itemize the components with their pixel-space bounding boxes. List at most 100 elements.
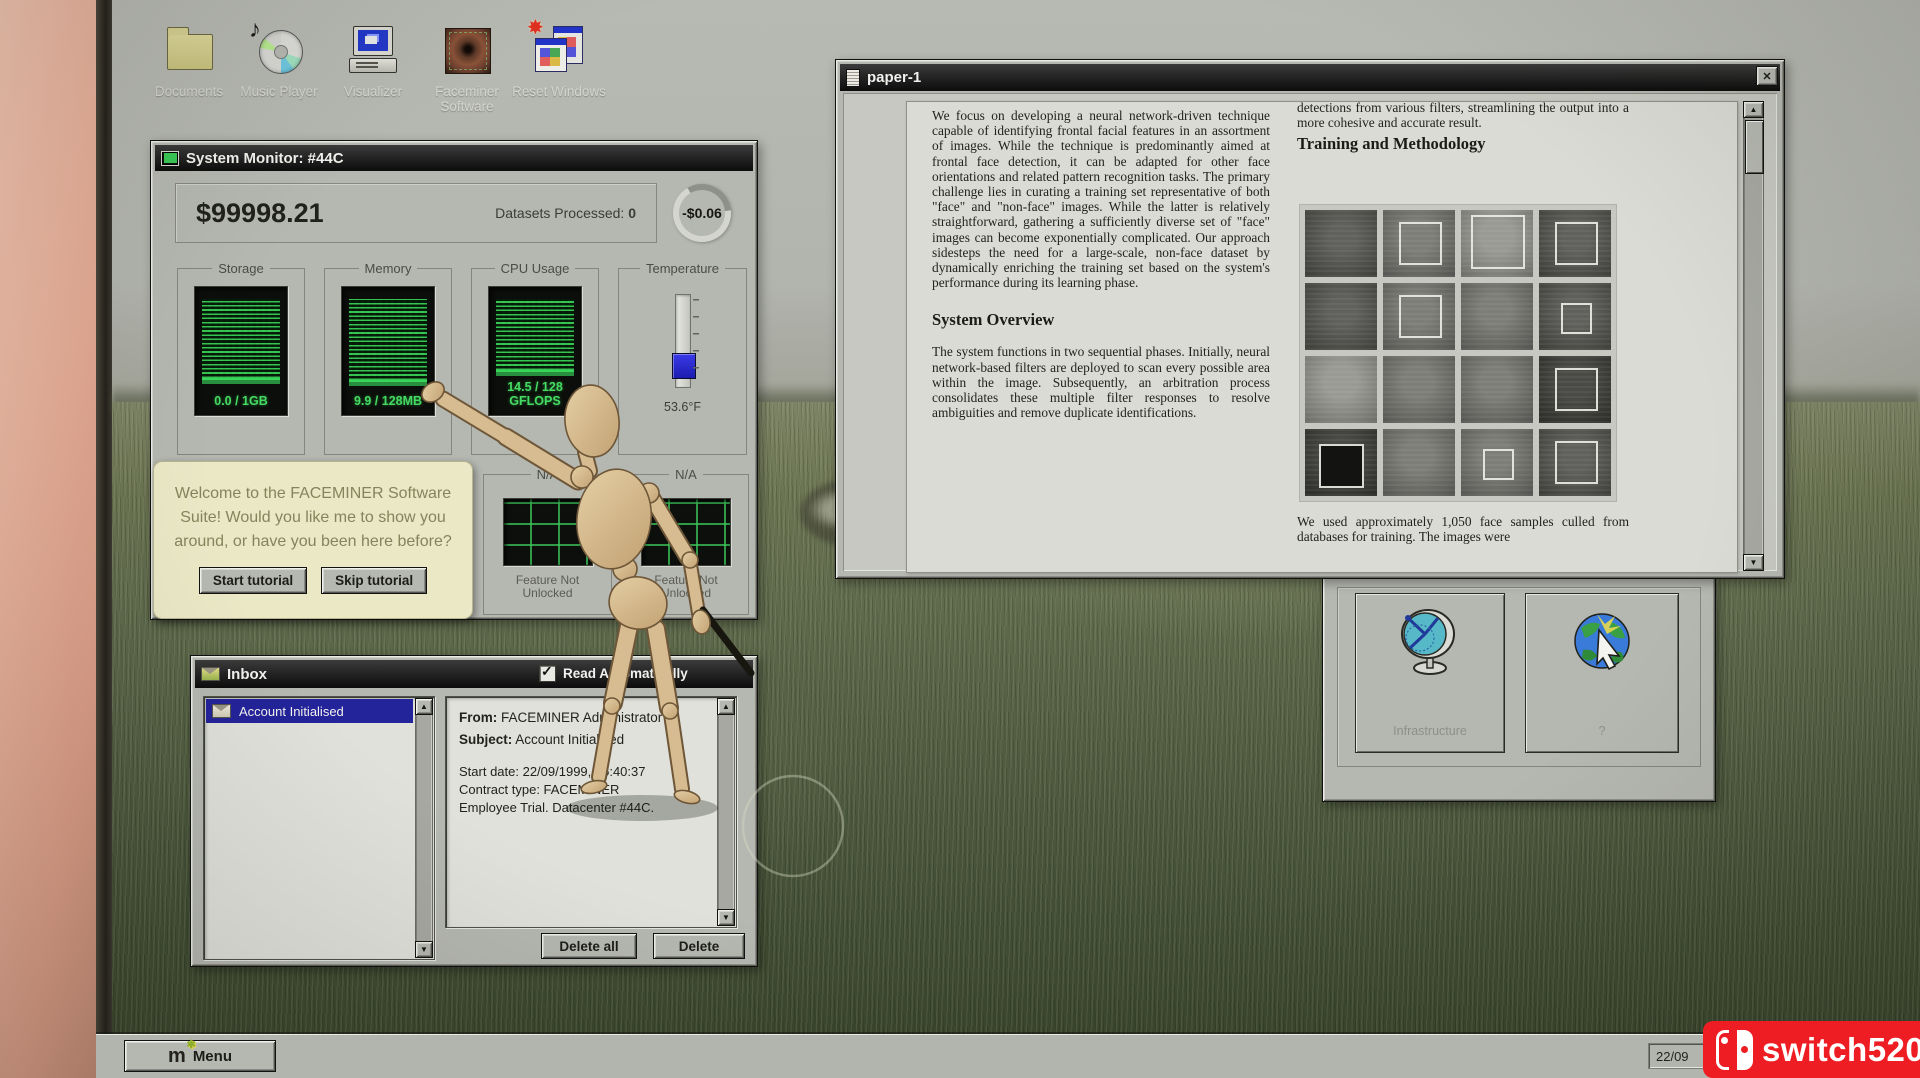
taskbar: m ✱ Menu 22/09	[96, 1034, 1920, 1078]
scroll-up-button[interactable]: ▲	[717, 698, 735, 715]
scroll-down-button[interactable]: ▼	[717, 909, 735, 926]
paper-titlebar[interactable]: paper-1	[840, 64, 1780, 91]
tutorial-popup: Welcome to the FACEMINER Software Suite!…	[153, 461, 473, 619]
paper-column-right: detections from various filters, streaml…	[1297, 100, 1632, 572]
globe-cursor-icon	[1574, 613, 1630, 671]
watermark-text: switch520	[1762, 1030, 1920, 1068]
tile-label: Infrastructure	[1393, 724, 1467, 738]
locked-panel: N/A Feature NotUnlocked	[623, 467, 749, 615]
desktop-icon-label: Music Player	[240, 84, 318, 99]
face-grid-tile	[1539, 429, 1611, 496]
satellite-dish-icon	[1401, 609, 1455, 675]
storage-gauge: Storage 0.0 / 1GB	[177, 261, 305, 455]
paper-heading: System Overview	[932, 310, 1055, 330]
face-grid-tile	[1461, 283, 1533, 350]
desktop-icon-documents[interactable]: Documents	[142, 22, 236, 99]
face-grid-tile	[1305, 356, 1377, 423]
desktop-icon-faceminer[interactable]: Faceminer Software	[420, 22, 514, 114]
storage-value: 0.0 / 1GB	[214, 394, 268, 408]
memory-value: 9.9 / 128MB	[353, 394, 423, 408]
memory-gauge: Memory 9.9 / 128MB	[324, 261, 452, 455]
infrastructure-button[interactable]: Infrastructure	[1355, 593, 1505, 753]
game-screen: Documents ♪ Music Player Visualizer Face…	[0, 0, 1920, 1078]
desktop-icon-label: Faceminer Software	[435, 84, 499, 114]
paper-content-area: We focus on developing a neural network-…	[843, 93, 1777, 573]
system-monitor-titlebar[interactable]: System Monitor: #44C	[155, 145, 753, 171]
desktop-icon-label: Documents	[154, 84, 224, 99]
tile-label: ?	[1598, 724, 1606, 738]
skip-tutorial-button[interactable]: Skip tutorial	[321, 567, 428, 594]
paper-paragraph: detections from various filters, streaml…	[1297, 100, 1629, 131]
scrollbar-thumb[interactable]	[1745, 120, 1764, 174]
eye-icon	[439, 22, 495, 78]
balance-panel: $99998.21 Datasets Processed: 0	[175, 183, 657, 243]
face-grid-tile	[1383, 356, 1455, 423]
inbox-window: Inbox Read Automatically Account Initial…	[190, 655, 758, 967]
desktop-icon-visualizer[interactable]: Visualizer	[326, 22, 420, 99]
monitor-bezel	[96, 0, 112, 1078]
monitor-icon	[161, 150, 179, 166]
paper-page: We focus on developing a neural network-…	[906, 100, 1738, 573]
face-grid-tile	[1539, 283, 1611, 350]
computer-icon	[345, 22, 401, 78]
scroll-up-button[interactable]: ▲	[415, 698, 433, 715]
paper-column-left: We focus on developing a neural network-…	[932, 108, 1270, 434]
menu-button[interactable]: m ✱ Menu	[124, 1040, 276, 1072]
face-grid-tile	[1461, 210, 1533, 277]
balance-value: $99998.21	[196, 197, 324, 228]
scroll-up-button[interactable]: ▲	[1743, 101, 1764, 118]
thermometer-slider[interactable]	[671, 294, 699, 388]
rate-gauge: -$0.06	[673, 184, 731, 242]
face-grid-tile	[1305, 429, 1377, 496]
face-grid-tile	[1305, 210, 1377, 277]
inbox-message-list: Account Initialised ▲ ▼	[203, 696, 435, 960]
start-tutorial-button[interactable]: Start tutorial	[198, 567, 308, 594]
read-automatically-checkbox[interactable]: Read Automatically	[539, 663, 688, 682]
switch520-watermark: switch520	[1703, 1021, 1920, 1078]
locked-panel: N/A Feature NotUnlocked	[483, 467, 612, 615]
tutorial-message: Welcome to the FACEMINER Software Suite!…	[174, 485, 452, 550]
message-list-item[interactable]: Account Initialised	[206, 699, 413, 723]
faceminer-logo-icon: m ✱	[168, 1039, 196, 1067]
list-scrollbar[interactable]	[415, 698, 433, 958]
windows-icon: ✸	[527, 17, 587, 78]
paper-window: paper-1 ✕ We focus on developing a neura…	[835, 59, 1785, 579]
desktop-icon-reset-windows[interactable]: ✸ Reset Windows	[512, 17, 606, 99]
temperature-value: 53.6°F	[664, 400, 701, 414]
scroll-down-button[interactable]: ▼	[415, 941, 433, 958]
face-grid-tile	[1539, 210, 1611, 277]
face-grid	[1299, 204, 1617, 502]
paper-paragraph: The system functions in two sequential p…	[932, 344, 1270, 421]
wall-strip	[0, 0, 96, 1078]
cpu-gauge: CPU Usage 14.5 / 128 GFLOPS	[471, 261, 599, 455]
scroll-down-button[interactable]: ▼	[1743, 554, 1764, 571]
window-title: System Monitor: #44C	[186, 149, 344, 167]
mail-icon	[212, 704, 231, 718]
paper-paragraph: We focus on developing a neural network-…	[932, 108, 1270, 291]
envelope-icon	[201, 667, 220, 681]
paper-paragraph: We used approximately 1,050 face samples…	[1297, 514, 1629, 545]
close-button[interactable]: ✕	[1756, 66, 1778, 86]
document-icon	[846, 68, 860, 87]
detail-scrollbar[interactable]	[717, 698, 735, 926]
window-title: paper-1	[867, 69, 922, 86]
face-grid-tile	[1461, 429, 1533, 496]
folder-icon	[161, 22, 217, 78]
desktop-icon-label: Reset Windows	[512, 84, 606, 99]
paper-scrollbar[interactable]	[1743, 101, 1764, 571]
checkbox-icon[interactable]	[539, 663, 556, 682]
datasets-processed: Datasets Processed: 0	[495, 205, 636, 221]
temperature-gauge: Temperature 53.6°F	[618, 261, 747, 455]
delete-button[interactable]: Delete	[653, 933, 745, 959]
delete-all-button[interactable]: Delete all	[541, 933, 637, 959]
window-title: Inbox	[227, 665, 267, 683]
face-grid-tile	[1383, 210, 1455, 277]
cpu-value: 14.5 / 128 GFLOPS	[507, 380, 563, 408]
network-button[interactable]: ?	[1525, 593, 1679, 753]
paper-heading: Training and Methodology	[1297, 134, 1486, 153]
switch-logo-icon	[1716, 1029, 1753, 1070]
face-grid-tile	[1539, 356, 1611, 423]
desktop-icon-label: Visualizer	[343, 84, 403, 99]
desktop-icon-music-player[interactable]: ♪ Music Player	[232, 16, 326, 99]
face-grid-tile	[1305, 283, 1377, 350]
